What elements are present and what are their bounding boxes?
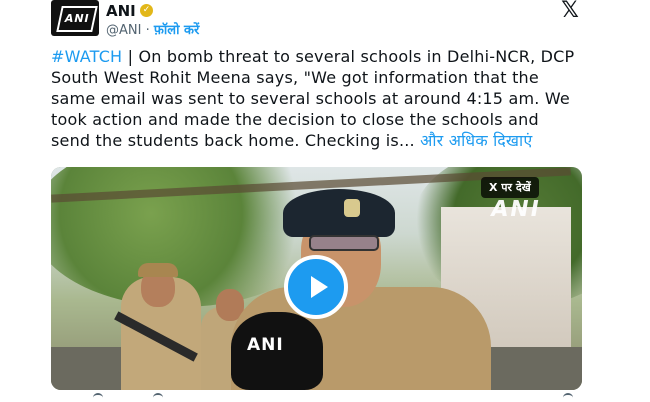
ani-logo: ANI [56,6,98,32]
author-handle[interactable]: @ANI [106,23,141,38]
handle-line: @ANI · फ़ॉलो करें [106,20,199,38]
cap-badge [344,199,360,217]
share-icon[interactable] [563,393,573,402]
avatar[interactable]: ANI [51,0,99,36]
follow-button[interactable]: फ़ॉलो करें [154,23,199,38]
video-player[interactable]: ANI X पर देखें ANI [51,167,582,390]
guard-cap [138,263,178,277]
officer-glasses [309,235,379,251]
ani-watermark: ANI [488,197,543,222]
retweet-icon[interactable] [153,393,163,402]
mic-label: ANI [247,335,284,355]
tweet-actions [51,393,581,400]
x-logo-icon[interactable]: 𝕏 [559,0,581,22]
hashtag-link[interactable]: #WATCH [51,47,122,66]
gold-check-icon: ✓ [140,4,153,17]
tweet-header: ANI ANI ✓ @ANI · फ़ॉलो करें 𝕏 [51,0,581,40]
author-name[interactable]: ANI [106,2,136,20]
watch-on-x-button[interactable]: X पर देखें [481,177,539,198]
show-more-link[interactable]: और अधिक दिखाएं [420,131,532,150]
tweet-text: #WATCH | On bomb threat to several schoo… [51,46,581,151]
reply-icon[interactable] [93,393,103,402]
separator: · [141,23,154,38]
play-icon[interactable] [284,255,348,319]
officer-cap [283,189,395,237]
